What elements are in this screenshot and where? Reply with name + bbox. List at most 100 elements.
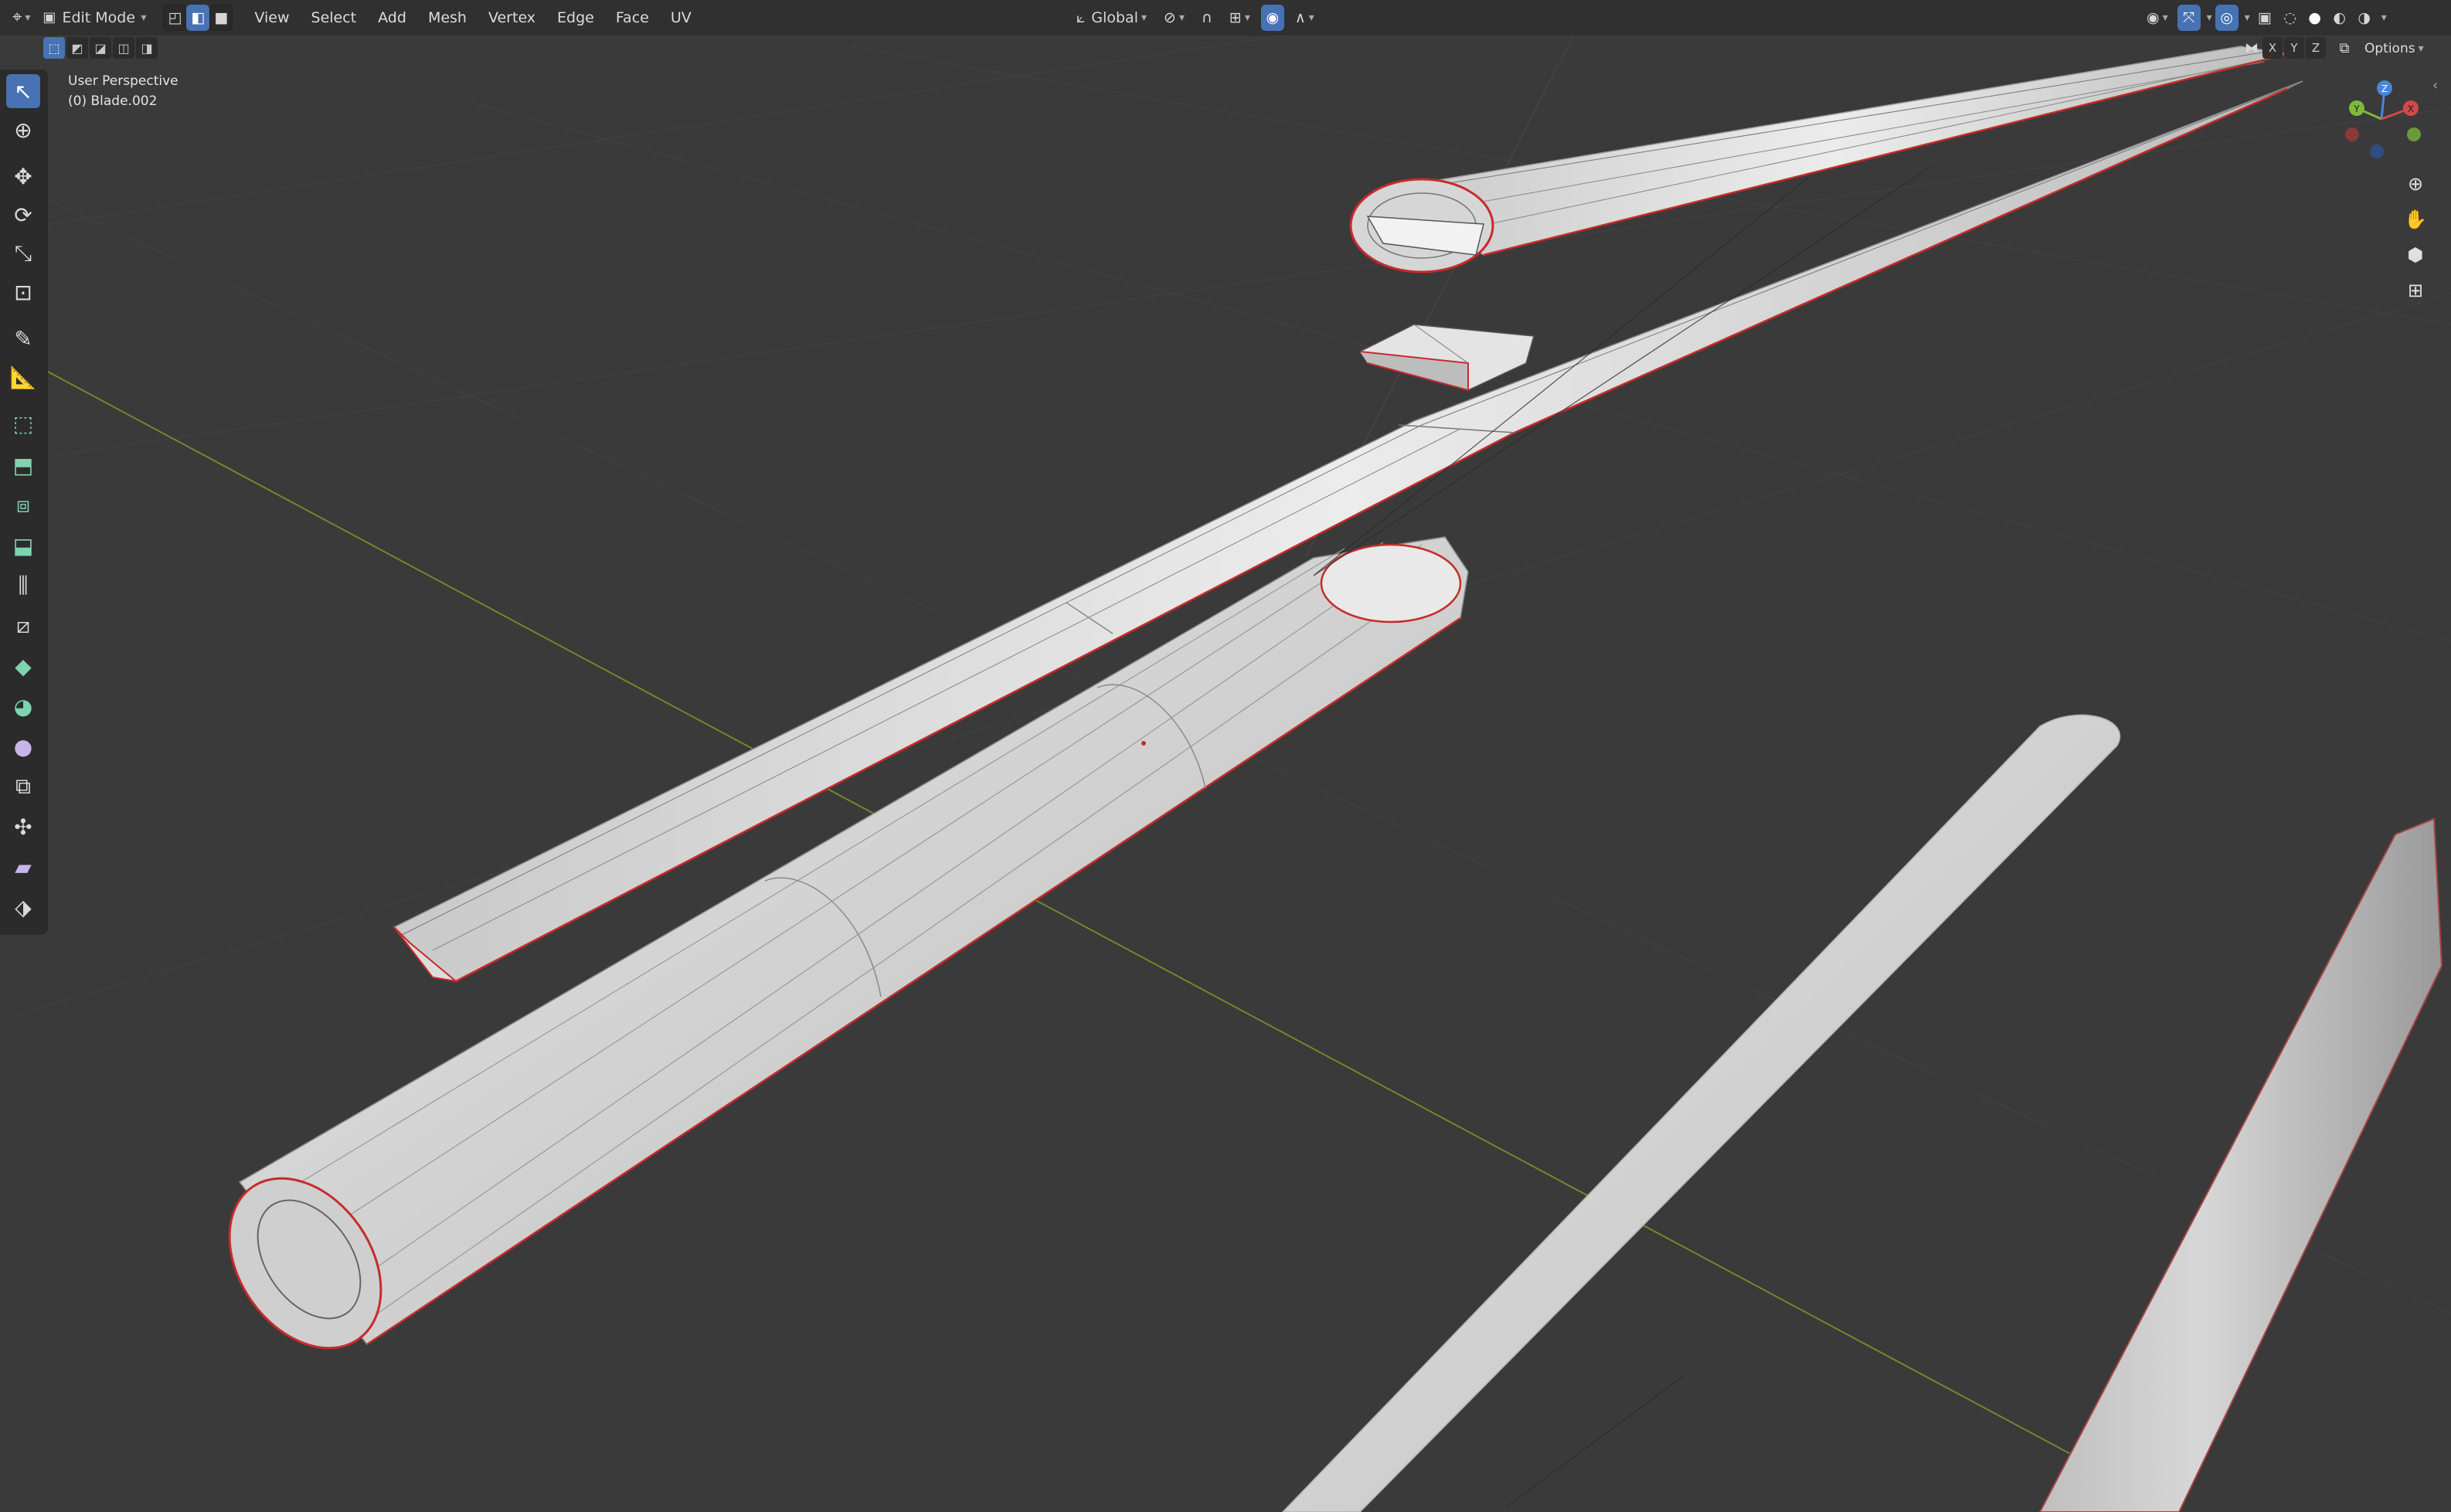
scale-tool[interactable]: ⤡: [6, 236, 40, 270]
xray-toggle[interactable]: ▣: [2253, 5, 2276, 31]
gizmo-neg-z-axis[interactable]: [2370, 144, 2384, 158]
overlay-toggle[interactable]: ◎: [2215, 5, 2239, 31]
intersect-selection-icon: ◨: [141, 40, 153, 56]
select-box-tool[interactable]: ↖: [6, 74, 40, 108]
shading-options-dropdown[interactable]: ▾: [2381, 12, 2387, 24]
options-label: Options: [2364, 41, 2415, 56]
loop-cut-tool[interactable]: ⫼: [6, 569, 40, 603]
menu-edge[interactable]: Edge: [546, 5, 605, 31]
solid-shading-button[interactable]: ●: [2304, 5, 2326, 31]
pivot-point-button[interactable]: ⊘ ▾: [1158, 5, 1191, 31]
guard-piece-mesh[interactable]: [1358, 324, 1535, 392]
options-dropdown[interactable]: Options ▾: [2357, 37, 2432, 60]
cursor-tool[interactable]: ⊕: [6, 113, 40, 147]
face-select-button[interactable]: ■: [209, 5, 233, 31]
falloff-button[interactable]: ∧ ▾: [1289, 5, 1321, 31]
pan-button[interactable]: ✋: [2400, 204, 2431, 235]
mirror-x-toggle[interactable]: X: [2262, 37, 2283, 59]
gizmo-neg-x-axis[interactable]: [2345, 127, 2359, 141]
extend-selection-button[interactable]: ◩: [66, 37, 88, 59]
vertex-select-button[interactable]: ◰: [163, 5, 187, 31]
measure-icon: 📐: [9, 364, 37, 390]
mode-select-dropdown[interactable]: ▣ Edit Mode ▾: [36, 5, 152, 31]
invert-selection-button[interactable]: ◫: [113, 37, 134, 59]
sidebar-toggle-arrow[interactable]: ‹: [2432, 77, 2438, 93]
add-cube-icon: ⬚: [12, 410, 34, 437]
spin-icon: ◕: [13, 693, 33, 719]
mirror-y-toggle[interactable]: Y: [2284, 37, 2304, 59]
menu-add[interactable]: Add: [367, 5, 417, 31]
measure-tool[interactable]: 📐: [6, 360, 40, 394]
rotate-tool[interactable]: ⟳: [6, 198, 40, 232]
3d-viewport[interactable]: ⌖ ▾ ▣ Edit Mode ▾ ◰ ◧ ■ View Select Add M…: [0, 0, 2451, 1512]
auto-merge-toggle[interactable]: ⧉: [2334, 37, 2355, 59]
wireframe-shading-button[interactable]: ◌: [2279, 5, 2301, 31]
top-blade-mesh[interactable]: [1349, 46, 2288, 274]
gizmo-y-label: Y: [2353, 104, 2360, 114]
bevel-tool[interactable]: ⬓: [6, 528, 40, 562]
editor-type-button[interactable]: ⌖ ▾: [6, 5, 36, 31]
rip-tool[interactable]: ⬗: [6, 890, 40, 924]
knife-icon: ⧄: [16, 613, 30, 638]
menu-uv[interactable]: UV: [660, 5, 702, 31]
inset-tool[interactable]: ⧈: [6, 488, 40, 522]
edge-select-button[interactable]: ◧: [186, 5, 210, 31]
ortho-toggle-button[interactable]: ⊞: [2400, 275, 2431, 306]
editor-type-icon: ⌖: [12, 8, 22, 27]
mirror-z-toggle[interactable]: Z: [2306, 37, 2326, 59]
snap-toggle[interactable]: ∩: [1195, 5, 1219, 31]
scene-canvas[interactable]: [0, 0, 2451, 1512]
subtract-selection-button[interactable]: ◪: [90, 37, 111, 59]
navigation-gizmo[interactable]: Z Y X: [2334, 74, 2426, 167]
move-tool[interactable]: ✥: [6, 159, 40, 193]
cursor-icon: ⊕: [14, 117, 32, 143]
move-icon: ✥: [14, 163, 32, 189]
menu-select[interactable]: Select: [301, 5, 368, 31]
transform-orientation-dropdown[interactable]: ⟀ Global ▾: [1070, 5, 1153, 31]
rendered-shading-icon: ◑: [2358, 9, 2371, 26]
shear-tool[interactable]: ▰: [6, 850, 40, 884]
smooth-blade-mesh[interactable]: [1281, 714, 2121, 1512]
orientation-icon: ⟀: [1076, 9, 1086, 26]
add-cube-tool[interactable]: ⬚: [6, 406, 40, 440]
gizmo-neg-y-axis[interactable]: [2407, 127, 2421, 141]
shrink-fatten-tool[interactable]: ✣: [6, 810, 40, 844]
rendered-shading-button[interactable]: ◑: [2354, 5, 2375, 31]
visibility-button[interactable]: ◉ ▾: [2140, 5, 2174, 31]
proportional-edit-icon: ◉: [1266, 9, 1280, 26]
handle-tube-mesh[interactable]: [199, 536, 1469, 1377]
knife-tool[interactable]: ⧄: [6, 609, 40, 643]
smooth-icon: ●: [13, 733, 33, 759]
camera-icon: ⬢: [2407, 244, 2424, 266]
annotate-tool[interactable]: ✎: [6, 321, 40, 355]
zoom-icon: ⊕: [2407, 173, 2424, 195]
smooth-tool[interactable]: ●: [6, 729, 40, 763]
edge-slide-tool[interactable]: ⧉: [6, 770, 40, 804]
right-blade-mesh[interactable]: [2038, 817, 2443, 1512]
snap-target-button[interactable]: ⊞ ▾: [1223, 5, 1256, 31]
mirror-toggle[interactable]: ⧓: [2241, 37, 2262, 59]
gizmo-toggle[interactable]: ⤧: [2177, 5, 2201, 31]
material-shading-button[interactable]: ◐: [2329, 5, 2351, 31]
set-new-selection-button[interactable]: ⬚: [43, 37, 65, 59]
menu-vertex[interactable]: Vertex: [478, 5, 546, 31]
annotate-icon: ✎: [14, 325, 32, 352]
bevel-icon: ⬓: [12, 532, 34, 559]
menu-face[interactable]: Face: [605, 5, 660, 31]
menu-mesh[interactable]: Mesh: [417, 5, 478, 31]
intersect-selection-button[interactable]: ◨: [136, 37, 158, 59]
extrude-tool[interactable]: ⬒: [6, 448, 40, 482]
camera-view-button[interactable]: ⬢: [2400, 240, 2431, 270]
spin-tool[interactable]: ◕: [6, 689, 40, 723]
perspective-label: User Perspective: [68, 73, 178, 89]
gizmo-z-label: Z: [2381, 83, 2388, 94]
menu-view[interactable]: View: [243, 5, 300, 31]
visibility-icon: ◉: [2147, 9, 2160, 26]
invert-selection-icon: ◫: [117, 40, 130, 56]
proportional-edit-toggle[interactable]: ◉: [1260, 5, 1284, 31]
poly-build-tool[interactable]: ◆: [6, 649, 40, 683]
transform-tool[interactable]: ⊡: [6, 275, 40, 309]
tool-shelf: ↖ ⊕ ✥ ⟳ ⤡ ⊡ ✎ 📐 ⬚ ⬒ ⧈ ⬓ ⫼ ⧄ ◆ ◕ ● ⧉ ✣ ▰ …: [0, 70, 48, 935]
gizmo-x-label: X: [2408, 104, 2414, 114]
zoom-button[interactable]: ⊕: [2400, 168, 2431, 199]
